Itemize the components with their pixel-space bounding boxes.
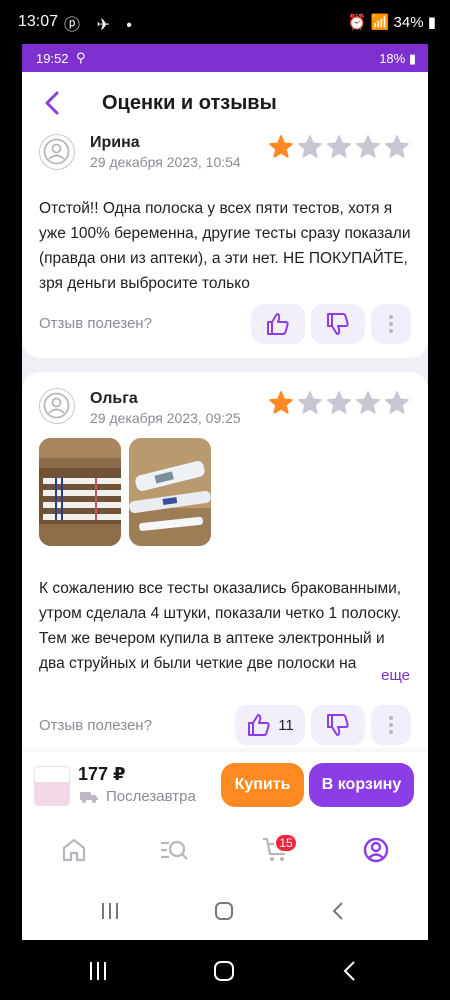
dislike-button[interactable] (311, 304, 365, 344)
helpful-label: Отзыв полезен? (39, 717, 152, 734)
phone-screen: 19:52 ⚲ 18% ▮ Оценки и отзывы Ирина 29 д… (22, 44, 428, 940)
review-date: 29 декабря 2023, 10:54 (90, 154, 241, 170)
outer-status-bar: 13:07 ⓟ ✈ • ⏰ 📶 34% ▮ (0, 0, 450, 44)
like-button[interactable] (251, 304, 305, 344)
like-count: 11 (278, 716, 294, 734)
outer-home-button[interactable] (211, 958, 237, 984)
thumbs-down-icon (327, 714, 349, 736)
inner-navigation-bar (22, 882, 428, 940)
review-author: Ольга (90, 390, 138, 407)
cart-count-badge: 15 (274, 833, 298, 853)
avatar-icon (43, 392, 70, 419)
back-arrow-icon (45, 91, 59, 115)
review-rating (268, 134, 410, 160)
tab-profile[interactable] (360, 834, 392, 866)
like-button[interactable]: 11 (235, 705, 305, 745)
review-author: Ирина (90, 134, 140, 151)
review-text: К сожалению все тесты оказались бракован… (39, 580, 402, 672)
outer-status-app-icons: ⓟ ✈ • (64, 17, 138, 34)
truck-icon (80, 791, 98, 803)
star-empty-icon (298, 135, 322, 158)
review-photo[interactable] (129, 438, 211, 546)
recents-button[interactable] (97, 898, 123, 924)
star-empty-icon (356, 135, 380, 158)
back-nav-button[interactable] (325, 898, 351, 924)
outer-wifi-icon: 📶 (370, 14, 390, 31)
outer-battery-icon: ▮ (427, 14, 436, 31)
product-price: 177 ₽ (78, 764, 126, 784)
outer-status-right: ⏰ 📶 34% ▮ (348, 13, 436, 31)
back-button[interactable] (36, 86, 70, 120)
recents-icon (90, 962, 106, 980)
star-empty-icon (327, 135, 351, 158)
review-photo[interactable] (39, 438, 121, 546)
thumbs-up-icon (248, 714, 270, 736)
more-vertical-icon (389, 716, 393, 734)
review-rating (268, 390, 410, 416)
buy-bar: 177 ₽ Послезавтра Купить В корзину (22, 752, 428, 816)
star-empty-icon (356, 391, 380, 414)
inner-battery-icon: ▮ (408, 51, 416, 66)
tab-catalog[interactable] (158, 834, 190, 866)
outer-back-button[interactable] (337, 958, 363, 984)
delivery-date: Послезавтра (106, 788, 196, 805)
avatar-icon (43, 138, 70, 165)
catalog-search-icon (161, 840, 188, 860)
thumbs-up-icon (267, 313, 289, 335)
star-filled-icon (269, 391, 293, 414)
back-nav-icon (332, 902, 343, 920)
page-header: Оценки и отзывы (22, 72, 428, 134)
star-empty-icon (298, 391, 322, 414)
star-empty-icon (385, 135, 409, 158)
home-nav-button[interactable] (211, 898, 237, 924)
dislike-button[interactable] (311, 705, 365, 745)
outer-recents-button[interactable] (85, 958, 111, 984)
review-date: 29 декабря 2023, 09:25 (90, 410, 241, 426)
inner-status-right: 18% ▮ (379, 51, 416, 67)
outer-status-time: 13:07 (18, 13, 59, 30)
inner-status-icons: ⚲ (76, 50, 86, 65)
review-card: Ольга 29 декабря 2023, 09:25 К сожалению… (22, 372, 428, 752)
review-text: Отстой!! Одна полоска у всех пяти тестов… (39, 200, 411, 292)
star-empty-icon (327, 391, 351, 414)
outer-navigation-bar (0, 940, 450, 1000)
inner-status-bar: 19:52 ⚲ 18% ▮ (22, 44, 428, 72)
helpful-label: Отзыв полезен? (39, 315, 152, 332)
star-filled-icon (269, 135, 293, 158)
home-icon (62, 838, 86, 862)
delivery-info: Послезавтра (80, 788, 196, 805)
outer-alarm-icon: ⏰ (347, 14, 367, 31)
add-to-cart-button[interactable]: В корзину (309, 763, 414, 807)
buy-now-button[interactable]: Купить (221, 763, 304, 807)
reviewer-avatar (39, 134, 75, 170)
inner-status-time: 19:52 (36, 51, 69, 66)
thumbs-down-icon (327, 313, 349, 335)
review-card: Ирина 29 декабря 2023, 10:54 Отстой!! Од… (22, 134, 428, 358)
page-title: Оценки и отзывы (102, 92, 277, 114)
profile-icon (363, 837, 389, 863)
more-options-button[interactable] (371, 304, 411, 344)
inner-battery-percent: 18% (379, 51, 406, 66)
outer-battery-percent: 34% (393, 14, 424, 31)
more-vertical-icon (389, 315, 393, 333)
tab-home[interactable] (58, 834, 90, 866)
reviewer-avatar (39, 388, 75, 424)
star-empty-icon (385, 391, 409, 414)
more-options-button[interactable] (371, 705, 411, 745)
home-nav-icon (214, 961, 234, 981)
back-nav-icon (343, 961, 355, 981)
product-thumbnail[interactable] (34, 766, 70, 806)
home-nav-icon (215, 902, 233, 920)
recents-icon (102, 903, 118, 919)
bottom-tab-bar: 15 (22, 816, 428, 882)
read-more-link[interactable]: еще (381, 667, 410, 684)
